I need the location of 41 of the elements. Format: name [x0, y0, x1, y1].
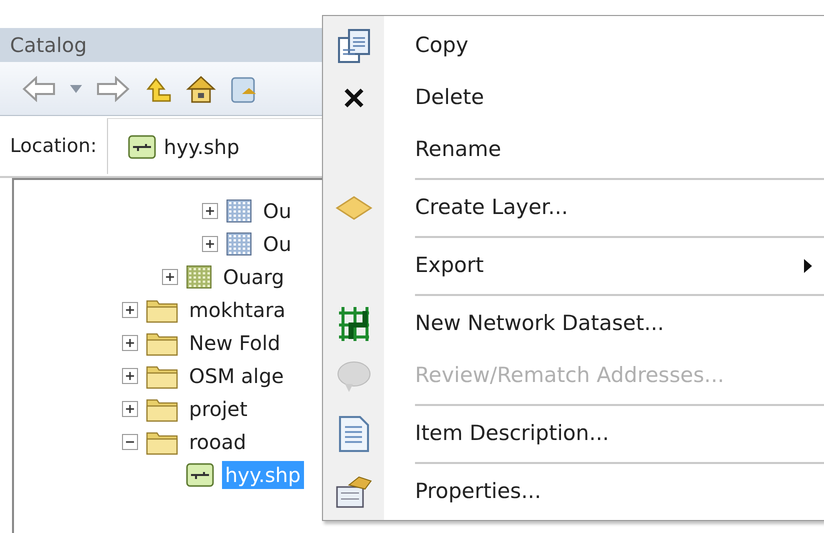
menu-item[interactable]: Item Description...: [323, 408, 824, 460]
raster-grid-icon: [226, 198, 252, 222]
expand-icon[interactable]: [122, 302, 138, 318]
tree-item[interactable]: mokhtara: [186, 296, 289, 324]
menu-item[interactable]: Copy: [323, 20, 824, 72]
panel-title: Catalog: [0, 28, 322, 62]
tree-item[interactable]: projet: [186, 394, 250, 422]
menu-item[interactable]: New Network Dataset...: [323, 298, 824, 350]
menu-item[interactable]: Delete: [323, 72, 824, 124]
line-feature-icon: [128, 134, 156, 158]
home-icon[interactable]: [186, 74, 216, 104]
line-feature-icon: [186, 462, 214, 486]
location-field[interactable]: hyy.shp: [106, 118, 322, 174]
document-icon: [338, 415, 370, 453]
tree-item[interactable]: New Fold: [186, 328, 284, 356]
menu-item[interactable]: Create Layer...: [323, 182, 824, 234]
raster-grid-icon: [226, 232, 252, 256]
properties-icon: [334, 475, 372, 509]
expand-icon[interactable]: [162, 268, 178, 284]
tree-item[interactable]: Ouarg: [220, 262, 288, 290]
tree-item[interactable]: Ou: [260, 230, 294, 258]
back-arrow-icon[interactable]: [22, 76, 56, 102]
expand-icon[interactable]: [122, 334, 138, 350]
expand-icon[interactable]: [202, 236, 218, 252]
expand-icon[interactable]: [122, 368, 138, 384]
tree-item[interactable]: Ou: [260, 196, 294, 224]
menu-item[interactable]: Properties...: [323, 466, 824, 518]
copy-icon: [336, 28, 370, 64]
menu-item[interactable]: Export: [323, 240, 824, 292]
delete-icon: [342, 87, 364, 109]
raster-grid-icon: [186, 264, 212, 288]
diamond-icon: [334, 195, 372, 221]
collapse-icon[interactable]: [122, 434, 138, 450]
expand-icon[interactable]: [122, 400, 138, 416]
menu-item[interactable]: Rename: [323, 124, 824, 176]
caret-icon[interactable]: [70, 84, 82, 92]
tree-item[interactable]: OSM alge: [186, 362, 287, 390]
location-label: Location:: [10, 134, 97, 159]
forward-arrow-icon[interactable]: [96, 76, 130, 102]
expand-icon[interactable]: [202, 202, 218, 218]
tree-item[interactable]: rooad: [186, 428, 250, 456]
